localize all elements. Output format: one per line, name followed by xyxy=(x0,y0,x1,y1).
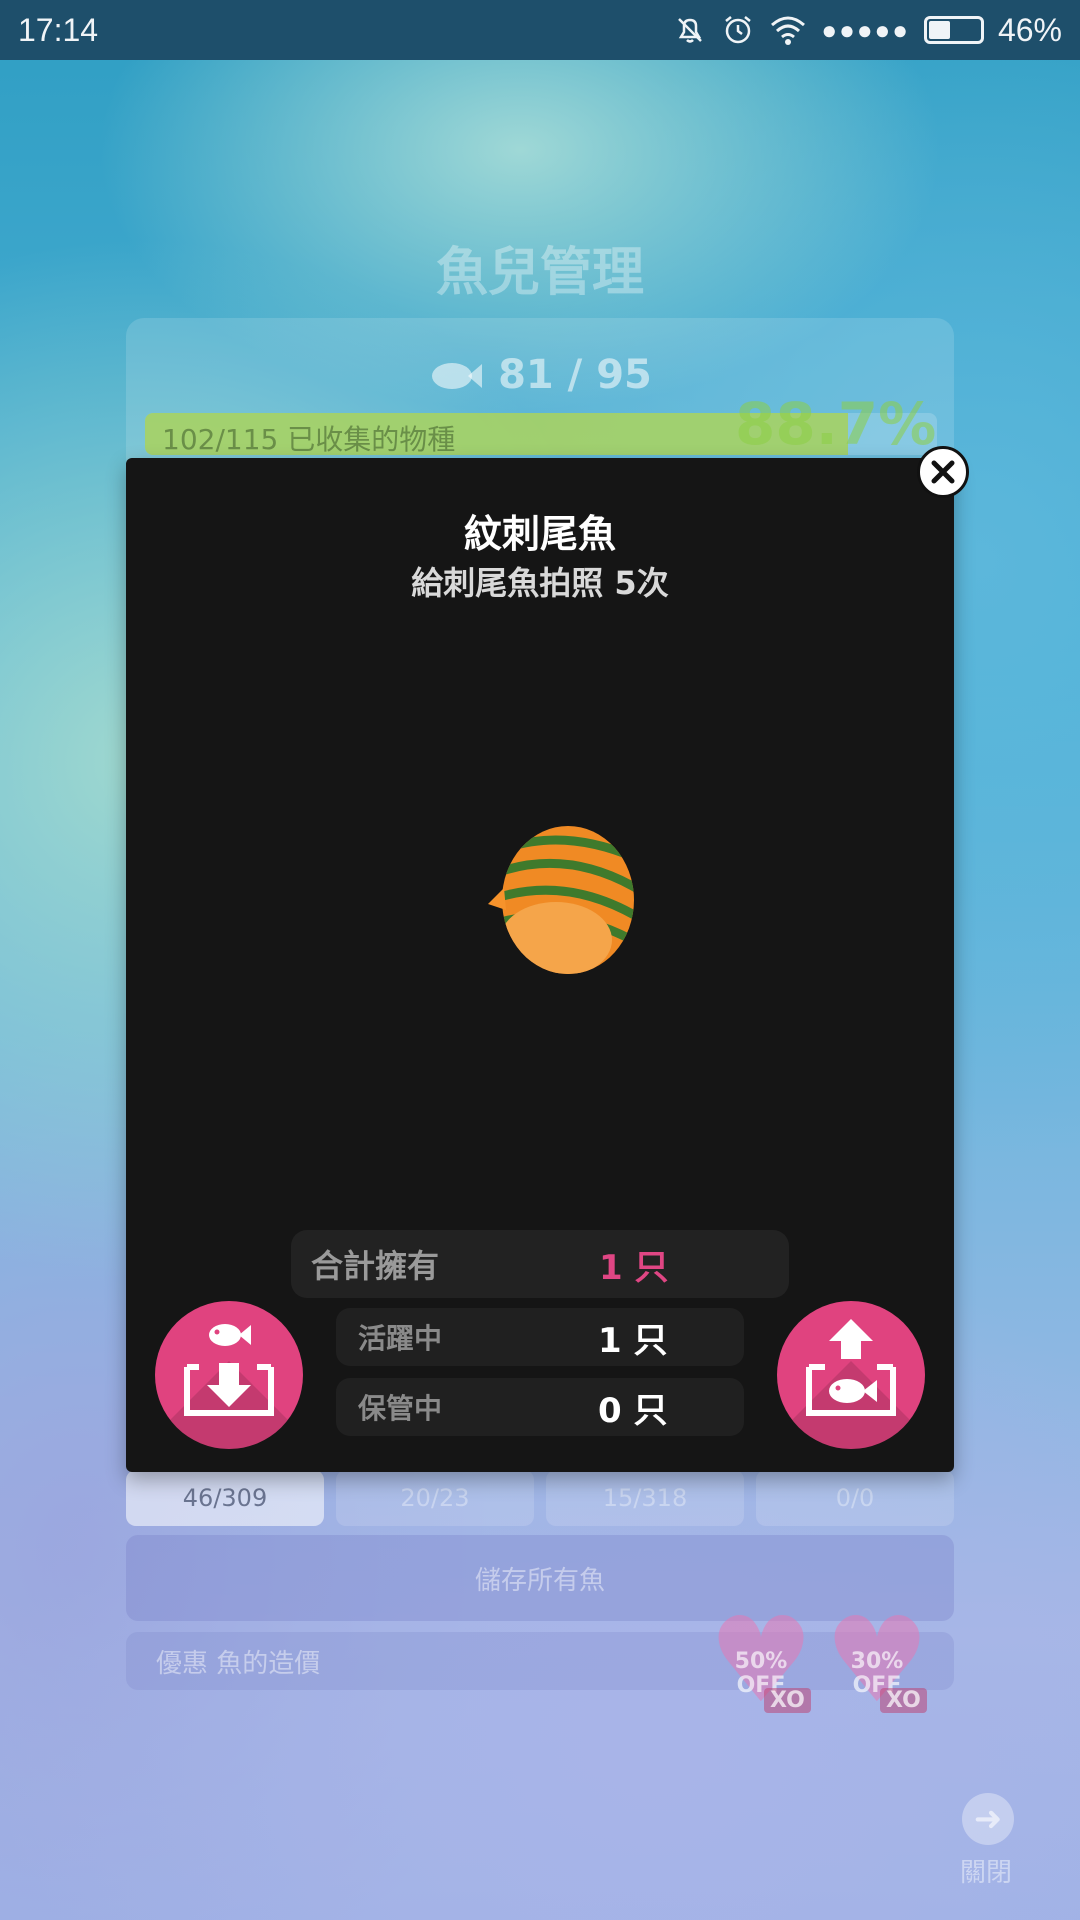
close-label[interactable]: 關閉 xyxy=(960,1852,1012,1889)
background-tabs: 46/309 20/23 15/318 0/0 xyxy=(126,1470,954,1526)
collection-percent: 88.7% xyxy=(735,390,937,458)
tab-1[interactable]: 46/309 xyxy=(126,1470,324,1526)
fish-icon xyxy=(428,352,498,398)
fish-mission: 給刺尾魚拍照 5次 xyxy=(411,564,669,602)
tab-3[interactable]: 15/318 xyxy=(546,1470,744,1526)
close-button[interactable] xyxy=(917,446,969,498)
active-value: 1 只 xyxy=(598,1320,668,1361)
fish-image xyxy=(488,826,634,974)
stored-label: 保管中 xyxy=(358,1392,443,1425)
tab-4[interactable]: 0/0 xyxy=(756,1470,954,1526)
store-fish-icon xyxy=(184,1324,274,1416)
active-label: 活躍中 xyxy=(358,1322,443,1355)
total-owned-row: 合計擁有 1 只 xyxy=(291,1230,789,1298)
page-title: 魚兒管理 xyxy=(435,243,644,303)
release-fish-button[interactable] xyxy=(777,1301,925,1449)
xo-badge: XO xyxy=(764,1688,811,1713)
fish-detail-modal: 紋刺尾魚 給刺尾魚拍照 5次 合計擁有 1 只 活躍中 1 只 保管中 0 只 xyxy=(126,458,954,1472)
total-owned-label: 合計擁有 xyxy=(311,1247,440,1285)
release-fish-icon xyxy=(806,1319,896,1416)
arrow-right-icon[interactable]: ➜ xyxy=(962,1793,1014,1845)
tab-2[interactable]: 20/23 xyxy=(336,1470,534,1526)
total-owned-value: 1 只 xyxy=(599,1247,669,1288)
active-row: 活躍中 1 只 xyxy=(336,1308,744,1366)
close-icon xyxy=(931,460,955,484)
xo-badge: XO xyxy=(880,1688,927,1713)
store-fish-button[interactable] xyxy=(155,1301,303,1449)
fish-name: 紋刺尾魚 xyxy=(463,512,616,556)
stored-value: 0 只 xyxy=(598,1390,668,1431)
stored-row: 保管中 0 只 xyxy=(336,1378,744,1436)
collection-text: 102/115 已收集的物種 xyxy=(162,423,456,456)
offer-badge-2[interactable]: ♥ 30% OFF XO xyxy=(822,1601,932,1720)
offer-badge-1[interactable]: ♥ 50% OFF XO xyxy=(706,1601,816,1720)
